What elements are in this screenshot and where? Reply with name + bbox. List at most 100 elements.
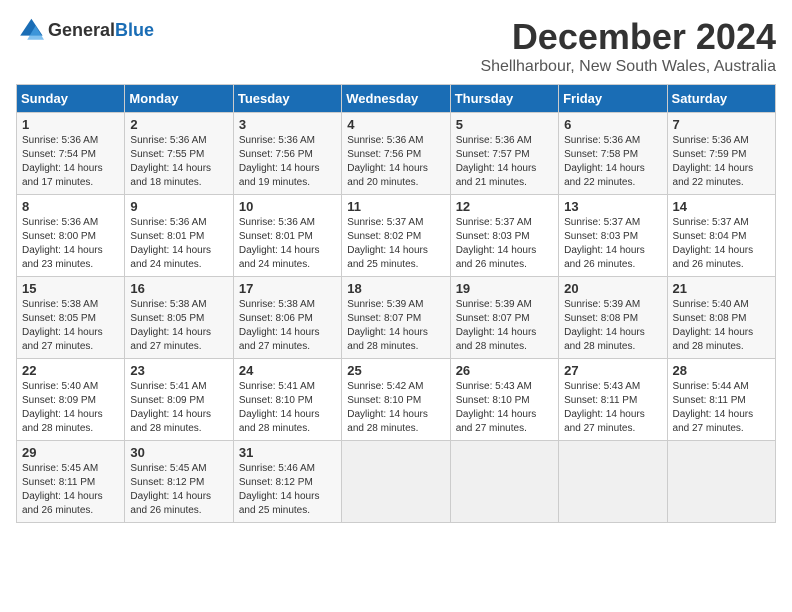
day-number: 8 <box>22 199 119 214</box>
day-info: Sunrise: 5:37 AMSunset: 8:04 PMDaylight:… <box>673 217 754 270</box>
day-number: 9 <box>130 199 227 214</box>
day-info: Sunrise: 5:43 AMSunset: 8:11 PMDaylight:… <box>564 381 645 434</box>
calendar-cell: 19 Sunrise: 5:39 AMSunset: 8:07 PMDaylig… <box>450 277 558 359</box>
day-info: Sunrise: 5:43 AMSunset: 8:10 PMDaylight:… <box>456 381 537 434</box>
day-number: 28 <box>673 363 770 378</box>
day-number: 2 <box>130 117 227 132</box>
header-thursday: Thursday <box>450 85 558 113</box>
calendar-cell: 11 Sunrise: 5:37 AMSunset: 8:02 PMDaylig… <box>342 195 450 277</box>
calendar-week-0: 1 Sunrise: 5:36 AMSunset: 7:54 PMDayligh… <box>17 113 776 195</box>
day-number: 26 <box>456 363 553 378</box>
header-tuesday: Tuesday <box>233 85 341 113</box>
calendar-cell <box>559 441 667 523</box>
day-info: Sunrise: 5:36 AMSunset: 8:01 PMDaylight:… <box>239 217 320 270</box>
day-info: Sunrise: 5:36 AMSunset: 8:01 PMDaylight:… <box>130 217 211 270</box>
day-number: 31 <box>239 445 336 460</box>
calendar-cell: 25 Sunrise: 5:42 AMSunset: 8:10 PMDaylig… <box>342 359 450 441</box>
day-number: 24 <box>239 363 336 378</box>
calendar-cell: 10 Sunrise: 5:36 AMSunset: 8:01 PMDaylig… <box>233 195 341 277</box>
logo-general: General <box>48 20 115 40</box>
day-number: 5 <box>456 117 553 132</box>
calendar-week-3: 22 Sunrise: 5:40 AMSunset: 8:09 PMDaylig… <box>17 359 776 441</box>
logo: GeneralBlue <box>16 16 154 44</box>
day-number: 3 <box>239 117 336 132</box>
day-info: Sunrise: 5:42 AMSunset: 8:10 PMDaylight:… <box>347 381 428 434</box>
day-number: 6 <box>564 117 661 132</box>
day-info: Sunrise: 5:38 AMSunset: 8:05 PMDaylight:… <box>130 299 211 352</box>
calendar-cell: 16 Sunrise: 5:38 AMSunset: 8:05 PMDaylig… <box>125 277 233 359</box>
day-info: Sunrise: 5:46 AMSunset: 8:12 PMDaylight:… <box>239 463 320 516</box>
calendar-cell: 14 Sunrise: 5:37 AMSunset: 8:04 PMDaylig… <box>667 195 775 277</box>
calendar-cell: 22 Sunrise: 5:40 AMSunset: 8:09 PMDaylig… <box>17 359 125 441</box>
day-info: Sunrise: 5:36 AMSunset: 7:55 PMDaylight:… <box>130 135 211 188</box>
calendar-cell: 6 Sunrise: 5:36 AMSunset: 7:58 PMDayligh… <box>559 113 667 195</box>
day-info: Sunrise: 5:36 AMSunset: 7:58 PMDaylight:… <box>564 135 645 188</box>
calendar-cell: 17 Sunrise: 5:38 AMSunset: 8:06 PMDaylig… <box>233 277 341 359</box>
day-info: Sunrise: 5:38 AMSunset: 8:06 PMDaylight:… <box>239 299 320 352</box>
day-number: 10 <box>239 199 336 214</box>
day-number: 7 <box>673 117 770 132</box>
calendar-cell: 13 Sunrise: 5:37 AMSunset: 8:03 PMDaylig… <box>559 195 667 277</box>
day-info: Sunrise: 5:44 AMSunset: 8:11 PMDaylight:… <box>673 381 754 434</box>
calendar-cell <box>450 441 558 523</box>
calendar-cell: 27 Sunrise: 5:43 AMSunset: 8:11 PMDaylig… <box>559 359 667 441</box>
day-info: Sunrise: 5:37 AMSunset: 8:03 PMDaylight:… <box>564 217 645 270</box>
day-info: Sunrise: 5:45 AMSunset: 8:12 PMDaylight:… <box>130 463 211 516</box>
calendar-cell: 1 Sunrise: 5:36 AMSunset: 7:54 PMDayligh… <box>17 113 125 195</box>
calendar-cell: 7 Sunrise: 5:36 AMSunset: 7:59 PMDayligh… <box>667 113 775 195</box>
calendar-cell: 5 Sunrise: 5:36 AMSunset: 7:57 PMDayligh… <box>450 113 558 195</box>
location-title: Shellharbour, New South Wales, Australia <box>480 58 776 76</box>
calendar-cell: 15 Sunrise: 5:38 AMSunset: 8:05 PMDaylig… <box>17 277 125 359</box>
header-friday: Friday <box>559 85 667 113</box>
logo-blue: Blue <box>115 20 154 40</box>
day-number: 20 <box>564 281 661 296</box>
day-number: 11 <box>347 199 444 214</box>
calendar-cell: 12 Sunrise: 5:37 AMSunset: 8:03 PMDaylig… <box>450 195 558 277</box>
day-number: 4 <box>347 117 444 132</box>
day-number: 14 <box>673 199 770 214</box>
day-info: Sunrise: 5:36 AMSunset: 7:56 PMDaylight:… <box>239 135 320 188</box>
calendar-cell: 18 Sunrise: 5:39 AMSunset: 8:07 PMDaylig… <box>342 277 450 359</box>
day-info: Sunrise: 5:39 AMSunset: 8:08 PMDaylight:… <box>564 299 645 352</box>
day-info: Sunrise: 5:36 AMSunset: 7:59 PMDaylight:… <box>673 135 754 188</box>
day-number: 25 <box>347 363 444 378</box>
calendar-cell: 9 Sunrise: 5:36 AMSunset: 8:01 PMDayligh… <box>125 195 233 277</box>
calendar-cell: 28 Sunrise: 5:44 AMSunset: 8:11 PMDaylig… <box>667 359 775 441</box>
day-number: 15 <box>22 281 119 296</box>
day-number: 23 <box>130 363 227 378</box>
day-number: 18 <box>347 281 444 296</box>
day-info: Sunrise: 5:36 AMSunset: 7:57 PMDaylight:… <box>456 135 537 188</box>
calendar-cell: 29 Sunrise: 5:45 AMSunset: 8:11 PMDaylig… <box>17 441 125 523</box>
day-number: 21 <box>673 281 770 296</box>
calendar-week-4: 29 Sunrise: 5:45 AMSunset: 8:11 PMDaylig… <box>17 441 776 523</box>
logo-icon <box>16 16 44 44</box>
day-number: 17 <box>239 281 336 296</box>
calendar-cell: 31 Sunrise: 5:46 AMSunset: 8:12 PMDaylig… <box>233 441 341 523</box>
month-title: December 2024 <box>480 16 776 58</box>
day-info: Sunrise: 5:37 AMSunset: 8:02 PMDaylight:… <box>347 217 428 270</box>
header-saturday: Saturday <box>667 85 775 113</box>
day-info: Sunrise: 5:36 AMSunset: 7:54 PMDaylight:… <box>22 135 103 188</box>
calendar-cell: 20 Sunrise: 5:39 AMSunset: 8:08 PMDaylig… <box>559 277 667 359</box>
day-number: 22 <box>22 363 119 378</box>
calendar-cell: 2 Sunrise: 5:36 AMSunset: 7:55 PMDayligh… <box>125 113 233 195</box>
title-area: December 2024 Shellharbour, New South Wa… <box>480 16 776 76</box>
day-info: Sunrise: 5:38 AMSunset: 8:05 PMDaylight:… <box>22 299 103 352</box>
header-monday: Monday <box>125 85 233 113</box>
calendar-cell: 30 Sunrise: 5:45 AMSunset: 8:12 PMDaylig… <box>125 441 233 523</box>
day-number: 29 <box>22 445 119 460</box>
header-wednesday: Wednesday <box>342 85 450 113</box>
day-number: 13 <box>564 199 661 214</box>
calendar-cell <box>667 441 775 523</box>
calendar-header: SundayMondayTuesdayWednesdayThursdayFrid… <box>17 85 776 113</box>
day-number: 12 <box>456 199 553 214</box>
calendar-cell <box>342 441 450 523</box>
day-info: Sunrise: 5:39 AMSunset: 8:07 PMDaylight:… <box>456 299 537 352</box>
day-number: 19 <box>456 281 553 296</box>
day-number: 27 <box>564 363 661 378</box>
day-info: Sunrise: 5:36 AMSunset: 8:00 PMDaylight:… <box>22 217 103 270</box>
day-info: Sunrise: 5:41 AMSunset: 8:10 PMDaylight:… <box>239 381 320 434</box>
day-info: Sunrise: 5:36 AMSunset: 7:56 PMDaylight:… <box>347 135 428 188</box>
header-sunday: Sunday <box>17 85 125 113</box>
calendar-body: 1 Sunrise: 5:36 AMSunset: 7:54 PMDayligh… <box>17 113 776 523</box>
